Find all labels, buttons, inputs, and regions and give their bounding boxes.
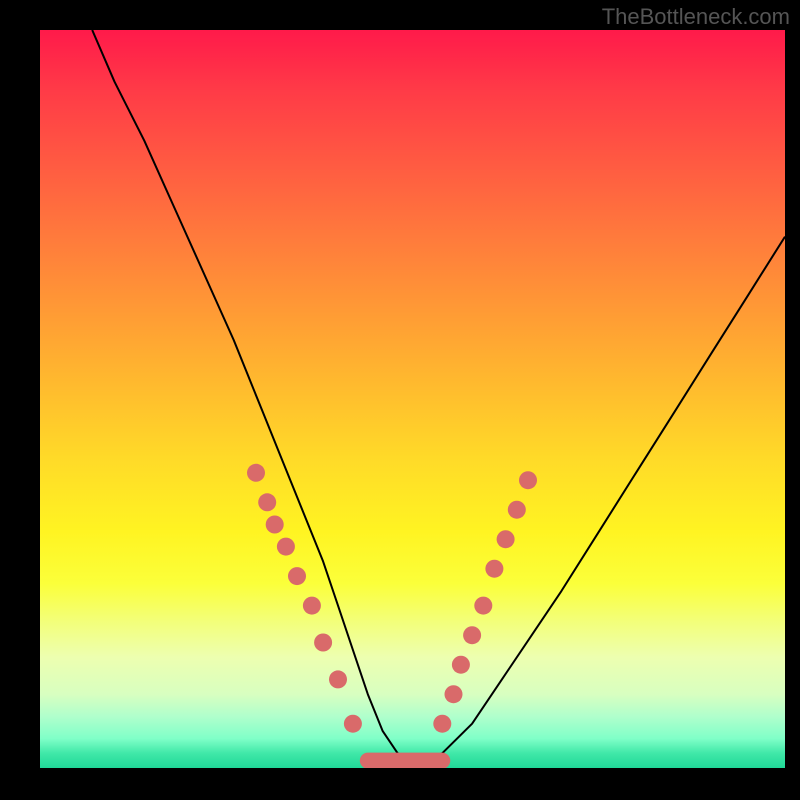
chart-plot-area [40,30,785,768]
chart-svg-overlay [40,30,785,768]
dots-left [247,464,362,733]
dots-right [433,471,537,733]
bottleneck-curve [92,30,785,761]
watermark-text: TheBottleneck.com [602,4,790,30]
